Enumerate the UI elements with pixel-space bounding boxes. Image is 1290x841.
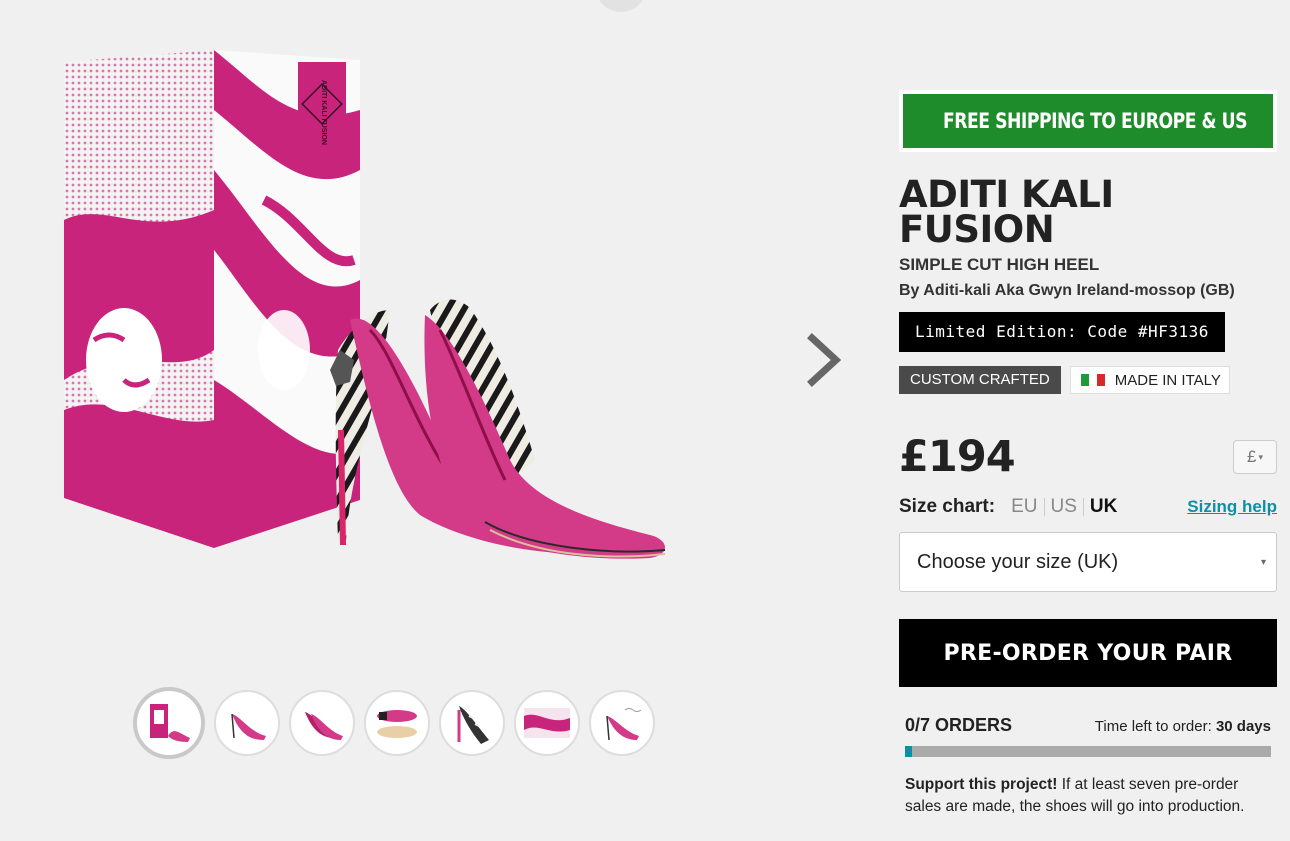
thumb-box-and-pair[interactable] xyxy=(133,687,205,759)
made-in-italy-label: MADE IN ITALY xyxy=(1114,371,1221,389)
made-in-italy-badge: MADE IN ITALY xyxy=(1069,366,1230,394)
limited-edition-code: Limited Edition: Code #HF3136 xyxy=(899,312,1225,352)
chevron-right-icon xyxy=(807,333,842,387)
product-image-stage: ADITI KALI FUSION xyxy=(0,0,795,680)
thumb-top-view[interactable] xyxy=(364,690,430,756)
size-chart-row: Size chart: EU US UK Sizing help xyxy=(899,496,1277,518)
currency-dropdown[interactable]: £ ▾ xyxy=(1233,440,1277,474)
italy-flag-icon xyxy=(1080,374,1105,386)
chevron-down-icon: ▾ xyxy=(1258,451,1263,462)
orders-progress-fill xyxy=(905,746,913,757)
size-option-uk[interactable]: UK xyxy=(1084,496,1123,518)
thumb-box[interactable] xyxy=(514,690,580,756)
size-option-eu[interactable]: EU xyxy=(1005,496,1043,518)
thumb-side-view[interactable] xyxy=(214,690,280,756)
shipping-label: FREE SHIPPING TO EUROPE & US xyxy=(943,109,1247,133)
badges: CUSTOM CRAFTED MADE IN ITALY xyxy=(899,366,1277,394)
support-text: Support this project! If at least seven … xyxy=(899,774,1277,818)
orders-row: 0/7 ORDERS Time left to order: 30 days xyxy=(899,715,1277,736)
currency-symbol: £ xyxy=(1247,447,1257,466)
shipping-banner: FREE SHIPPING TO EUROPE & US xyxy=(899,90,1277,152)
sizing-help-link[interactable]: Sizing help xyxy=(1187,497,1277,517)
price-row: £194 £ ▾ xyxy=(899,432,1277,482)
custom-crafted-badge: CUSTOM CRAFTED xyxy=(899,366,1061,394)
caret-down-icon: ▾ xyxy=(1260,556,1266,568)
product-subtitle: SIMPLE CUT HIGH HEEL xyxy=(899,255,1100,274)
next-image-arrow[interactable] xyxy=(800,330,850,390)
size-option-us[interactable]: US xyxy=(1045,496,1083,518)
designer-byline: By Aditi-kali Aka Gwyn Ireland-mossop (G… xyxy=(899,282,1235,299)
size-select[interactable]: Choose your size (UK) ▾ xyxy=(899,532,1277,592)
box-label-text: ADITI KALI FUSION xyxy=(320,80,327,145)
heels-image xyxy=(330,299,666,559)
time-left-label: Time left to order: xyxy=(1094,718,1216,735)
thumb-heel-detail[interactable] xyxy=(439,690,505,756)
time-left: Time left to order: 30 days xyxy=(1095,718,1271,735)
orders-progress-bar xyxy=(905,746,1271,757)
product-title: ADITI KALI FUSION xyxy=(899,173,1114,251)
orders-count: 0/7 ORDERS xyxy=(905,715,1013,735)
support-bold: Support this project! xyxy=(905,776,1058,793)
thumb-side-signed[interactable] xyxy=(589,690,655,756)
preorder-button[interactable]: PRE-ORDER YOUR PAIR xyxy=(899,619,1277,687)
thumb-pair-front[interactable] xyxy=(289,690,355,756)
product-panel: FREE SHIPPING TO EUROPE & US ADITI KALI … xyxy=(899,90,1277,818)
size-chart-label: Size chart: xyxy=(899,496,996,517)
thumbnail-strip xyxy=(133,687,655,759)
time-left-value: 30 days xyxy=(1215,718,1271,735)
size-select-placeholder: Choose your size (UK) xyxy=(917,550,1119,573)
price: £194 xyxy=(899,432,1016,482)
